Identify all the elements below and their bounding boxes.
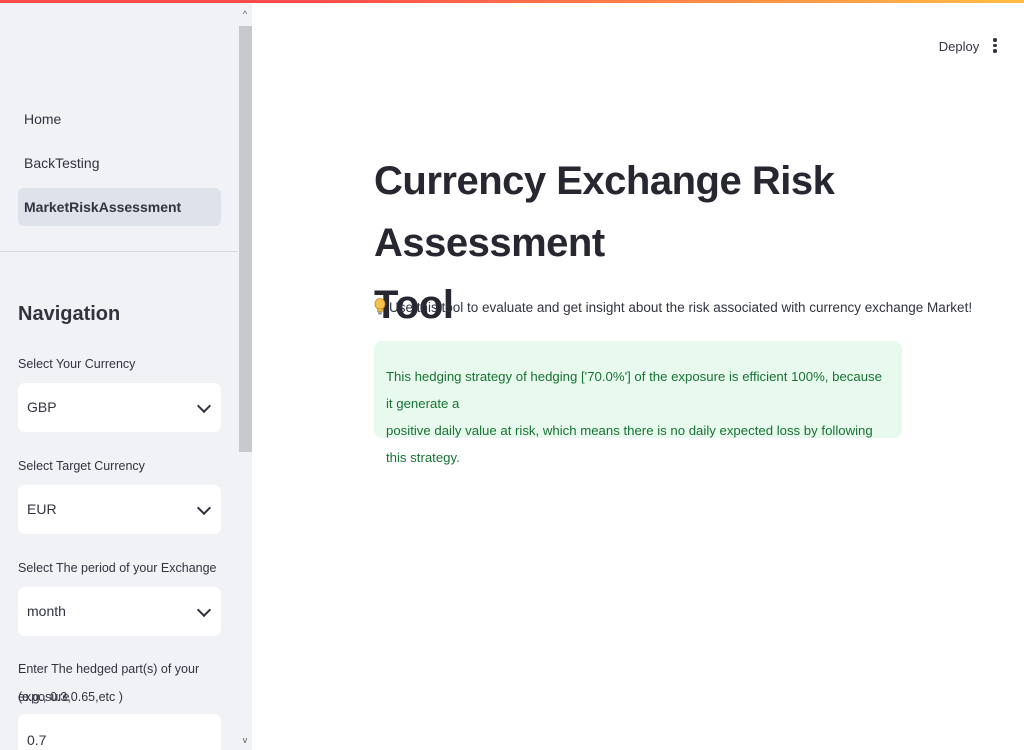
scroll-up-icon[interactable]: ^ bbox=[239, 8, 251, 20]
nav-item-home[interactable]: Home bbox=[18, 100, 221, 138]
chevron-down-icon bbox=[196, 602, 212, 618]
sidebar-scrollbar[interactable]: ^ v bbox=[238, 0, 252, 750]
more-vertical-icon[interactable] bbox=[990, 38, 1000, 56]
currency-select-value: GBP bbox=[27, 399, 57, 415]
hedged-input-value: 0.7 bbox=[27, 732, 47, 748]
period-label: Select The period of your Exchange bbox=[18, 561, 217, 575]
period-select-value: month bbox=[27, 603, 66, 619]
page-nav: Home BackTesting MarketRiskAssessment bbox=[18, 100, 221, 232]
result-success-alert: This hedging strategy of hedging ['70.0%… bbox=[374, 341, 902, 465]
nav-item-market-risk-assessment[interactable]: MarketRiskAssessment bbox=[18, 188, 221, 226]
lightbulb-icon bbox=[374, 298, 386, 316]
header-accent-bar bbox=[0, 0, 1024, 3]
target-currency-select[interactable]: EUR bbox=[18, 485, 221, 534]
result-text-line-2: positive daily value at risk, which mean… bbox=[386, 423, 873, 465]
currency-label: Select Your Currency bbox=[18, 357, 136, 371]
result-text-line-1: This hedging strategy of hedging ['70.0%… bbox=[386, 369, 882, 411]
scroll-down-icon[interactable]: v bbox=[239, 734, 251, 746]
intro-text: Use this tool to evaluate and get insigh… bbox=[374, 296, 974, 320]
chevron-down-icon bbox=[196, 500, 212, 516]
deploy-button[interactable]: Deploy bbox=[936, 36, 982, 58]
intro-text-content: Use this tool to evaluate and get insigh… bbox=[389, 300, 973, 315]
period-select[interactable]: month bbox=[18, 587, 221, 636]
nav-item-backtesting[interactable]: BackTesting bbox=[18, 144, 221, 182]
sidebar-heading: Navigation bbox=[18, 303, 121, 325]
chevron-down-icon bbox=[196, 398, 212, 414]
page-title-line-1: Currency Exchange Risk Assessment bbox=[374, 159, 835, 265]
target-currency-select-value: EUR bbox=[27, 501, 57, 517]
currency-select[interactable]: GBP bbox=[18, 383, 221, 432]
hedged-input[interactable]: 0.7 bbox=[18, 714, 221, 750]
hedged-hint: (e.g., 0.3,0.65,etc ) bbox=[18, 690, 123, 704]
sidebar-scroll-thumb[interactable] bbox=[239, 26, 252, 452]
sidebar: ^ v Home BackTesting MarketRiskAssessmen… bbox=[0, 0, 252, 750]
target-currency-label: Select Target Currency bbox=[18, 459, 145, 473]
sidebar-divider bbox=[0, 251, 238, 252]
